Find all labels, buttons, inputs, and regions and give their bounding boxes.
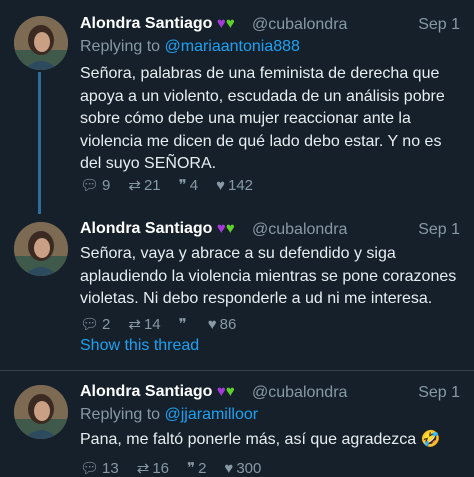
retweet-icon: ⇄ [128,177,141,194]
replying-prefix: Replying to [80,38,165,55]
like-button[interactable]: ♥ 86 [208,316,237,333]
avatar[interactable] [14,385,68,439]
reply-button[interactable]: 💬︎ 2 [80,315,111,334]
display-name[interactable]: Alondra Santiago ♥♥ [80,383,235,401]
replying-to: Replying to @mariaantonia888 [80,38,300,56]
avatar-photo [14,16,68,70]
purple-heart-icon: ♥ [216,15,226,32]
tweet-date[interactable]: Sep 1 [418,221,460,239]
quote-icon: ❞ [178,177,187,194]
quote-icon: ❞ [187,460,196,477]
tweet-3[interactable]: Alondra Santiago ♥♥ @cubalondra Sep 1 Re… [0,371,474,477]
heart-icon: ♥ [207,315,217,333]
avatar[interactable] [14,16,68,70]
retweet-count: 21 [143,176,161,194]
purple-heart-icon: ♥ [216,383,226,400]
quote-button[interactable]: ❞ [179,315,190,333]
mention-link[interactable]: @mariaantonia888 [165,38,300,55]
tweet-actions: 💬︎ 13 ⇄ 16 ❞ 2 ♥ 300 [80,459,279,477]
display-name[interactable]: Alondra Santiago ♥♥ [80,220,235,238]
tweet-text: Señora, vaya y abrace a su defendido y s… [80,245,457,307]
green-heart-icon: ♥ [225,15,235,32]
heart-icon: ♥ [216,176,225,194]
green-heart-icon: ♥ [225,383,235,400]
avatar-photo [14,222,68,276]
retweet-button[interactable]: ⇄ 14 [128,315,161,334]
mention-link[interactable]: @jjaramilloor [165,406,259,423]
purple-heart-icon: ♥ [216,220,226,237]
reply-icon: 💬︎ [80,316,100,333]
like-button[interactable]: ♥ 142 [216,177,253,194]
tweet-2[interactable]: Alondra Santiago ♥♥ @cubalondra Sep 1 Se… [0,210,474,370]
tweet-actions: 💬︎ 2 ⇄ 14 ❞ ♥ 86 [80,315,254,334]
retweet-count: 14 [143,315,161,333]
like-count: 86 [219,315,237,333]
reply-icon: 💬︎ [80,177,100,194]
tweet-1[interactable]: Alondra Santiago ♥♥ @cubalondra Sep 1 Re… [0,0,474,210]
retweet-button[interactable]: ⇄ 21 [128,176,161,195]
retweet-button[interactable]: ⇄ 16 [137,459,169,477]
reply-button[interactable]: 💬︎ 13 [80,459,119,477]
reply-button[interactable]: 💬︎ 9 [80,176,111,195]
reply-icon: 💬︎ [80,460,100,477]
user-handle[interactable]: @cubalondra [252,221,347,239]
quote-button[interactable]: ❞ 4 [178,176,199,195]
replying-prefix: Replying to [80,406,165,423]
reply-count: 2 [102,315,111,333]
display-name[interactable]: Alondra Santiago ♥♥ [80,15,235,33]
tweet-date[interactable]: Sep 1 [418,16,460,34]
user-handle[interactable]: @cubalondra [252,384,347,402]
tweet-text: Pana, me faltó ponerle más, así que agra… [80,431,441,448]
tweet-text: Señora, palabras de una feminista de der… [80,65,445,172]
avatar-photo [14,385,68,439]
green-heart-icon: ♥ [225,220,235,237]
user-handle[interactable]: @cubalondra [252,16,347,34]
retweet-icon: ⇄ [136,460,150,477]
like-count: 142 [227,176,254,194]
quote-count: 4 [189,176,199,194]
retweet-icon: ⇄ [128,316,141,333]
tweet-date[interactable]: Sep 1 [418,384,460,402]
reply-count: 9 [102,176,111,194]
replying-to: Replying to @jjaramilloor [80,406,258,424]
quote-button[interactable]: ❞ 2 [187,459,206,477]
show-thread-link[interactable]: Show this thread [80,337,199,355]
quote-icon: ❞ [178,316,187,333]
avatar[interactable] [14,222,68,276]
tweet-actions: 💬︎ 9 ⇄ 21 ❞ 4 ♥ 142 [80,176,271,195]
